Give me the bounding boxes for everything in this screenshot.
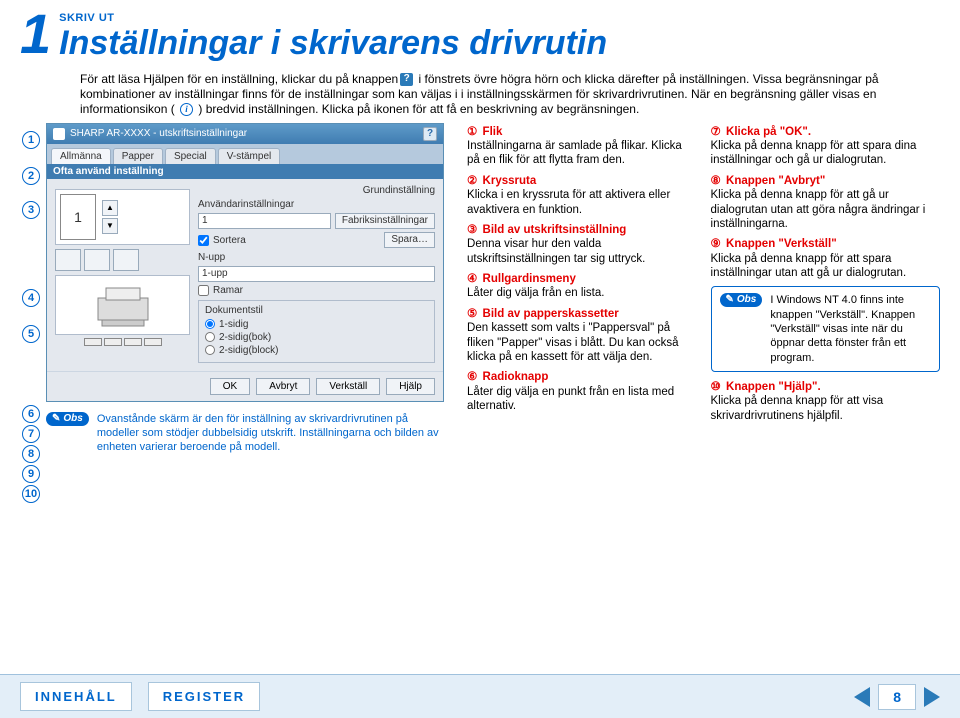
item-10-head: ⑩ Knappen "Hjälp". xyxy=(711,380,940,394)
note-box: Obs I Windows NT 4.0 finns inte knappen … xyxy=(711,286,940,371)
radio-1sided-label: 1-sidig xyxy=(219,319,248,330)
tray-icon xyxy=(144,338,162,346)
callout-marker-1: 1 xyxy=(22,131,40,149)
page-number: 8 xyxy=(878,684,916,710)
arrow-up-icon: ▲ xyxy=(102,200,118,216)
callout-marker-2: 2 xyxy=(22,167,40,185)
tab-special: Special xyxy=(165,148,216,164)
tray-icon xyxy=(104,338,122,346)
obs-badge: Obs xyxy=(720,293,763,307)
radio-2sided-book-label: 2-sidig(bok) xyxy=(219,332,271,343)
item-10-body: Klicka på denna knapp för att visa skriv… xyxy=(711,394,940,423)
printer-image xyxy=(55,275,190,335)
chapter-number: 1 xyxy=(20,12,51,57)
thumb-btn-3 xyxy=(113,249,139,271)
item-1-head: ① Flik xyxy=(467,125,696,139)
dialog-title: SHARP AR-XXXX - utskriftsinställningar xyxy=(70,128,247,139)
item-7-body: Klicka på denna knapp för att spara dina… xyxy=(711,139,940,168)
preview-box: 1 ▲ ▼ xyxy=(55,189,190,245)
ramar-checkbox xyxy=(198,285,209,296)
callout-marker-5: 5 xyxy=(22,325,40,343)
save-button: Spara… xyxy=(384,232,435,248)
callout-marker-6: 6 xyxy=(22,405,40,423)
app-icon xyxy=(53,128,65,140)
tray-icon xyxy=(84,338,102,346)
contents-link[interactable]: INNEHÅLL xyxy=(20,682,132,711)
item-3-head: ③ Bild av utskriftsinställning xyxy=(467,223,696,237)
apply-button: Verkställ xyxy=(316,378,380,395)
next-page-icon[interactable] xyxy=(924,687,940,707)
footer-bar: INNEHÅLL REGISTER 8 xyxy=(0,674,960,718)
item-1-body: Inställningarna är samlade på flikar. Kl… xyxy=(467,139,696,168)
item-5-head: ⑤ Bild av papperskassetter xyxy=(467,307,696,321)
help-button: Hjälp xyxy=(386,378,435,395)
nupp-select: 1-upp xyxy=(198,266,435,282)
item-8-body: Klicka på denna knapp för att gå ur dial… xyxy=(711,188,940,231)
user-settings-select: 1 xyxy=(198,213,331,229)
callout-marker-4: 4 xyxy=(22,289,40,307)
item-3-body: Denna visar hur den valda utskriftsinstä… xyxy=(467,237,696,266)
callout-marker-3: 3 xyxy=(22,201,40,219)
item-8-head: ⑧ Knappen "Avbryt" xyxy=(711,174,940,188)
help-button-icon: ? xyxy=(423,127,437,141)
callout-marker-7: 7 xyxy=(22,425,40,443)
thumb-btn-2 xyxy=(84,249,110,271)
tray-icon xyxy=(124,338,142,346)
item-5-body: Den kassett som valts i "Pappersval" på … xyxy=(467,321,696,364)
thumb-btn-1 xyxy=(55,249,81,271)
docstyle-label: Dokumentstil xyxy=(205,305,428,316)
help-icon: ? xyxy=(400,73,413,86)
page-title: Inställningar i skrivarens drivrutin xyxy=(59,26,940,62)
ramar-label: Ramar xyxy=(213,285,243,296)
sort-checkbox xyxy=(198,235,209,246)
callout-marker-9: 9 xyxy=(22,465,40,483)
intro-paragraph: För att läsa Hjälpen för en inställning,… xyxy=(20,72,940,117)
item-6-body: Låter dig välja en punkt från en lista m… xyxy=(467,385,696,414)
obs-badge: Obs xyxy=(46,412,89,426)
user-settings-label: Användarinställningar xyxy=(198,199,293,210)
callout-marker-8: 8 xyxy=(22,445,40,463)
tab-vstampel: V-stämpel xyxy=(218,148,280,164)
item-9-head: ⑨ Knappen "Verkställ" xyxy=(711,237,940,251)
note-text: I Windows NT 4.0 finns inte knappen "Ver… xyxy=(770,293,931,364)
item-4-head: ④ Rullgardinsmeny xyxy=(467,272,696,286)
arrow-down-icon: ▼ xyxy=(102,218,118,234)
screenshot-dialog: SHARP AR-XXXX - utskriftsinställningar ?… xyxy=(46,123,444,402)
tab-allmanna: Allmänna xyxy=(51,148,111,164)
item-6-head: ⑥ Radioknapp xyxy=(467,370,696,384)
item-4-body: Låter dig välja från en lista. xyxy=(467,286,696,300)
section-label: Ofta använd inställning xyxy=(47,164,443,179)
screenshot-caption: Ovanstånde skärm är den för inställning … xyxy=(97,412,453,455)
radio-1sided xyxy=(205,319,215,329)
item-2-body: Klicka i en kryssruta för att aktivera e… xyxy=(467,188,696,217)
radio-2sided-book xyxy=(205,332,215,342)
item-9-body: Klicka på denna knapp för att spara inst… xyxy=(711,252,940,281)
callout-marker-10: 10 xyxy=(22,485,40,503)
nupp-label: N-upp xyxy=(198,252,293,263)
item-7-head: ⑦ Klicka på "OK". xyxy=(711,125,940,139)
item-2-head: ② Kryssruta xyxy=(467,174,696,188)
breadcrumb: SKRIV UT xyxy=(59,12,940,24)
grundinst-label: Grundinställning xyxy=(198,185,435,196)
info-icon: i xyxy=(180,103,193,116)
radio-2sided-block-label: 2-sidig(block) xyxy=(219,345,278,356)
page-thumbnail: 1 xyxy=(60,194,96,240)
radio-2sided-block xyxy=(205,345,215,355)
tab-papper: Papper xyxy=(113,148,163,164)
factory-settings-button: Fabriksinställningar xyxy=(335,213,435,229)
ok-button: OK xyxy=(210,378,250,395)
cancel-button: Avbryt xyxy=(256,378,310,395)
register-link[interactable]: REGISTER xyxy=(148,682,260,711)
sort-label: Sortera xyxy=(213,235,246,246)
prev-page-icon[interactable] xyxy=(854,687,870,707)
